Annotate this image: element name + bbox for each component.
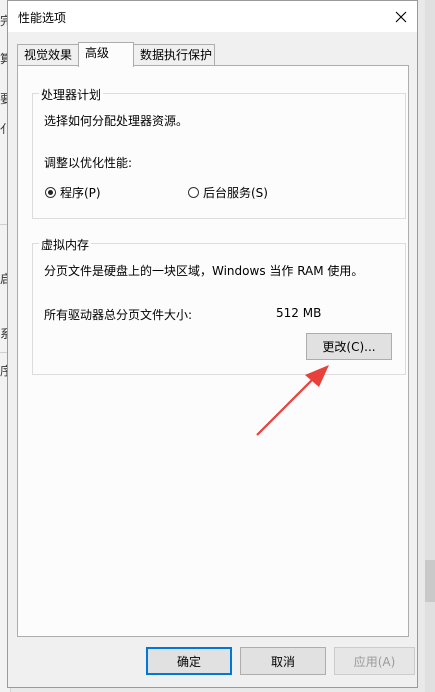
group-title: 处理器计划 bbox=[39, 86, 104, 103]
annotation-arrow-icon bbox=[256, 365, 329, 436]
radio-indicator bbox=[45, 187, 56, 198]
ok-button[interactable]: 确定 bbox=[146, 647, 232, 675]
dialog-title: 性能选项 bbox=[18, 11, 67, 25]
paging-total-value: 512 MB bbox=[276, 306, 322, 320]
tab-advanced[interactable]: 高级 bbox=[78, 42, 134, 67]
title-bar: 性能选项 bbox=[8, 1, 417, 32]
cancel-button[interactable]: 取消 bbox=[240, 647, 326, 675]
radio-programs[interactable]: 程序(P) bbox=[45, 184, 101, 201]
advanced-tab-panel: 处理器计划 选择如何分配处理器资源。 调整以优化性能: 程序(P) 后台服务(S… bbox=[17, 65, 409, 637]
processor-description: 选择如何分配处理器资源。 bbox=[44, 114, 189, 128]
background-window-right bbox=[425, 0, 435, 692]
paging-total-label: 所有驱动器总分页文件大小: bbox=[44, 308, 193, 322]
adjust-label: 调整以优化性能: bbox=[44, 156, 133, 170]
virtual-memory-description: 分页文件是硬盘上的一块区域，Windows 当作 RAM 使用。 bbox=[44, 264, 364, 278]
radio-label: 后台服务(S) bbox=[203, 186, 268, 200]
close-button[interactable] bbox=[385, 1, 417, 32]
virtual-memory-group: 虚拟内存 分页文件是硬盘上的一块区域，Windows 当作 RAM 使用。 所有… bbox=[32, 236, 406, 375]
change-button[interactable]: 更改(C)... bbox=[306, 333, 392, 360]
background-block bbox=[425, 560, 435, 602]
processor-scheduling-group: 处理器计划 选择如何分配处理器资源。 调整以优化性能: 程序(P) 后台服务(S… bbox=[32, 86, 406, 219]
close-icon bbox=[395, 11, 407, 22]
radio-background-services[interactable]: 后台服务(S) bbox=[188, 184, 268, 201]
radio-indicator bbox=[188, 187, 199, 198]
tab-visual-effects[interactable]: 视觉效果 bbox=[17, 44, 79, 65]
tab-data-execution-prevention[interactable]: 数据执行保护 bbox=[133, 44, 215, 65]
group-title: 虚拟内存 bbox=[39, 236, 92, 253]
performance-options-dialog: 性能选项 视觉效果 高级 数据执行保护 处理器计划 选择如何分配处理器资源。 调… bbox=[7, 0, 418, 688]
apply-button[interactable]: 应用(A) bbox=[334, 647, 415, 675]
radio-label: 程序(P) bbox=[60, 186, 101, 200]
